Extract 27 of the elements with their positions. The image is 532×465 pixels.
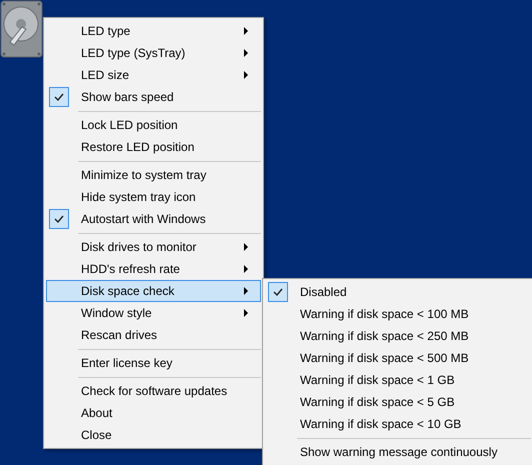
menu-item[interactable]: LED type (SysTray) (46, 42, 261, 64)
menu-item[interactable]: Minimize to system tray (46, 164, 261, 186)
menu-item[interactable]: LED type (46, 20, 261, 42)
menu-item[interactable]: Disabled (265, 281, 531, 303)
menu-item[interactable]: Warning if disk space < 100 MB (265, 303, 531, 325)
menu-item[interactable]: Enter license key (46, 352, 261, 374)
menu-item[interactable]: Restore LED position (46, 136, 261, 158)
menu-item[interactable]: Hide system tray icon (46, 186, 261, 208)
menu-item[interactable]: LED size (46, 64, 261, 86)
menu-item[interactable]: Show warning message continuously (265, 441, 531, 463)
menu-item[interactable]: Warning if disk space < 500 MB (265, 347, 531, 369)
menu-item[interactable]: Warning if disk space < 10 GB (265, 413, 531, 435)
menu-item[interactable]: Show bars speed (46, 86, 261, 108)
hard-drive-icon[interactable] (0, 0, 43, 58)
menu-item[interactable]: Rescan drives (46, 324, 261, 346)
menu-item[interactable]: Disk drives to monitor (46, 236, 261, 258)
menu-item[interactable]: About (46, 402, 261, 424)
menu-item[interactable]: Lock LED position (46, 114, 261, 136)
menu-item[interactable]: Check for software updates (46, 380, 261, 402)
menu-item[interactable]: Close (46, 424, 261, 446)
menu-item[interactable]: Disk space check (46, 280, 261, 302)
menu-item[interactable]: Warning if disk space < 250 MB (265, 325, 531, 347)
menu-item[interactable]: HDD's refresh rate (46, 258, 261, 280)
menu-item[interactable]: Window style (46, 302, 261, 324)
menu-item[interactable]: Warning if disk space < 5 GB (265, 391, 531, 413)
menu-item[interactable]: Autostart with Windows (46, 208, 261, 230)
menu-item[interactable]: Warning if disk space < 1 GB (265, 369, 531, 391)
